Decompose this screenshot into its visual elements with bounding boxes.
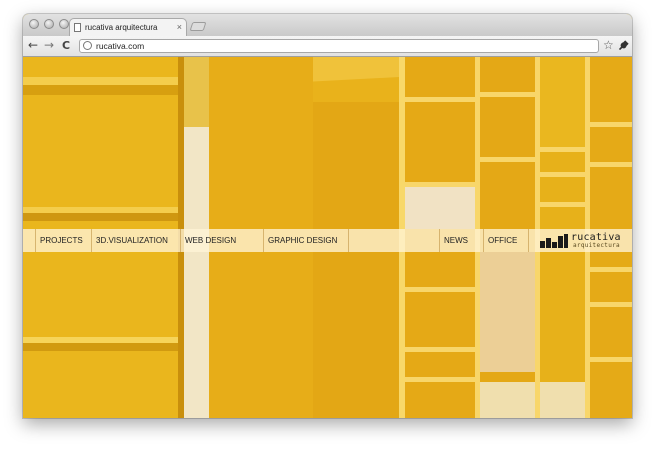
nav-item-office[interactable]: OFFICE <box>483 229 529 252</box>
browser-toolbar: ← → C rucativa.com ☆ <box>23 36 632 57</box>
logo-subtitle: arquitectura <box>573 242 620 249</box>
globe-icon <box>83 41 92 50</box>
nav-item-3d-visualization[interactable]: 3D.VISUALIZATION <box>91 229 181 252</box>
nav-item-web-design[interactable]: WEB DESIGN <box>180 229 264 252</box>
bookmark-star-icon[interactable]: ☆ <box>603 38 614 53</box>
browser-tab[interactable]: rucativa arquitectura × <box>69 18 187 36</box>
back-icon[interactable]: ← <box>26 38 40 53</box>
window-controls <box>29 19 69 29</box>
browser-titlebar: rucativa arquitectura × <box>23 14 632 36</box>
browser-window: rucativa arquitectura × ← → C rucativa.c… <box>23 14 632 418</box>
tab-close-icon[interactable]: × <box>177 23 182 32</box>
page-icon <box>74 23 81 32</box>
rucativa-logo[interactable]: rucativa arquitectura <box>540 232 621 249</box>
nav-item-projects[interactable]: PROJECTS <box>35 229 91 252</box>
reload-icon[interactable]: C <box>59 38 73 53</box>
wrench-icon[interactable] <box>618 38 629 55</box>
new-tab-button[interactable] <box>189 22 207 31</box>
forward-icon[interactable]: → <box>42 38 56 53</box>
address-bar[interactable]: rucativa.com <box>79 39 599 53</box>
page-content: PROJECTS 3D.VISUALIZATION WEB DESIGN GRA… <box>23 57 632 418</box>
site-navigation: PROJECTS 3D.VISUALIZATION WEB DESIGN GRA… <box>23 229 632 252</box>
logo-bars-icon <box>540 234 568 248</box>
nav-item-graphic-design[interactable]: GRAPHIC DESIGN <box>263 229 349 252</box>
url-text: rucativa.com <box>96 41 145 51</box>
zoom-window-button[interactable] <box>59 19 69 29</box>
nav-item-news[interactable]: NEWS <box>439 229 483 252</box>
minimize-window-button[interactable] <box>44 19 54 29</box>
close-window-button[interactable] <box>29 19 39 29</box>
tab-title: rucativa arquitectura <box>85 23 158 32</box>
